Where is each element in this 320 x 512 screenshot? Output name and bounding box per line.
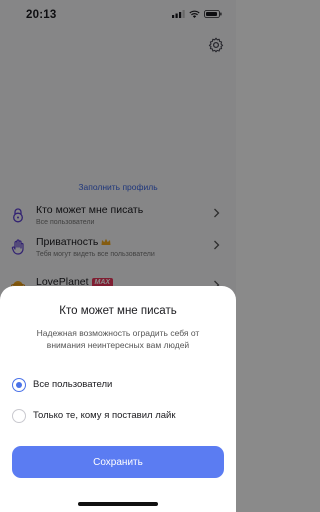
bottom-sheet: Кто может мне писать Надежная возможност…: [0, 286, 236, 512]
home-indicator: [78, 502, 158, 506]
save-button[interactable]: Сохранить: [12, 446, 224, 478]
sheet-title: Кто может мне писать: [59, 305, 177, 317]
option-all-users[interactable]: Все пользователи: [0, 375, 236, 397]
radio-unselected[interactable]: [12, 409, 26, 423]
option-liked-only[interactable]: Только те, кому я поставил лайк: [0, 406, 236, 428]
radio-selected[interactable]: [12, 378, 26, 392]
option-label: Все пользователи: [33, 379, 113, 390]
sheet-description: Надежная возможность оградить себя от вн…: [36, 328, 200, 350]
option-label: Только те, кому я поставил лайк: [33, 410, 176, 421]
